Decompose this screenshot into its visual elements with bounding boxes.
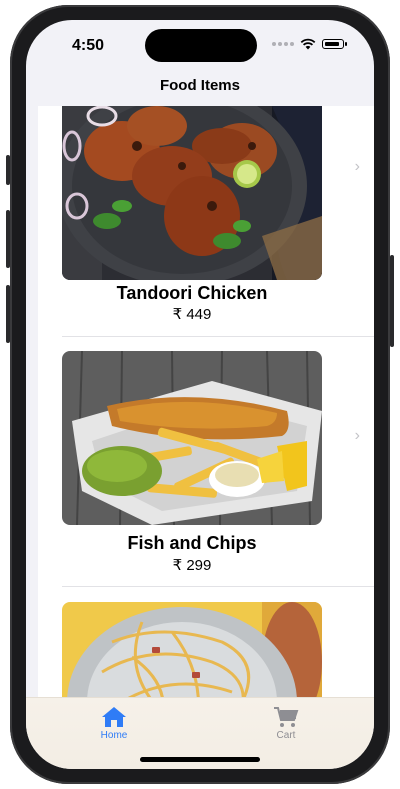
food-list[interactable]: › Tandoori Chicken ₹ 449 › Fish and Chip… — [38, 106, 374, 697]
cart-icon — [274, 707, 299, 727]
food-name: Fish and Chips — [127, 533, 257, 553]
navigation-bar: Food Items — [26, 76, 374, 106]
page-title: Food Items — [159, 77, 240, 94]
mute-switch — [6, 155, 10, 185]
power-button — [390, 255, 394, 347]
home-indicator — [140, 757, 260, 762]
list-item[interactable]: › Tandoori Chicken ₹ 449 — [38, 106, 374, 337]
signal-icon — [272, 42, 294, 46]
list-item[interactable]: › Fish and Chips ₹ 299 — [38, 337, 374, 587]
battery-icon — [322, 39, 347, 49]
status-icons — [272, 38, 347, 50]
volume-up-button — [6, 210, 10, 268]
tab-cart[interactable]: Cart — [256, 706, 316, 741]
fish-and-chips-image — [62, 351, 322, 525]
food-price: ₹ 449 — [172, 306, 212, 323]
volume-down-button — [6, 285, 10, 343]
tab-cart-label: Cart — [276, 730, 296, 741]
tandoori-chicken-image — [62, 106, 322, 280]
chevron-right-icon: › — [354, 158, 360, 175]
food-price: ₹ 299 — [172, 557, 212, 574]
status-bar: 4:50 — [26, 20, 374, 76]
list-item[interactable] — [38, 587, 374, 697]
status-time: 4:50 — [72, 37, 105, 54]
wifi-icon — [300, 38, 316, 50]
pasta-image — [62, 602, 322, 697]
home-icon — [102, 707, 126, 727]
tab-home-label: Home — [100, 730, 128, 741]
tab-home[interactable]: Home — [84, 706, 144, 741]
chevron-right-icon: › — [354, 427, 360, 444]
food-name: Tandoori Chicken — [116, 283, 268, 303]
dynamic-island — [145, 29, 257, 62]
app-screen: 4:50 Food Items › Tandoori Chicken ₹ 449… — [26, 20, 374, 769]
